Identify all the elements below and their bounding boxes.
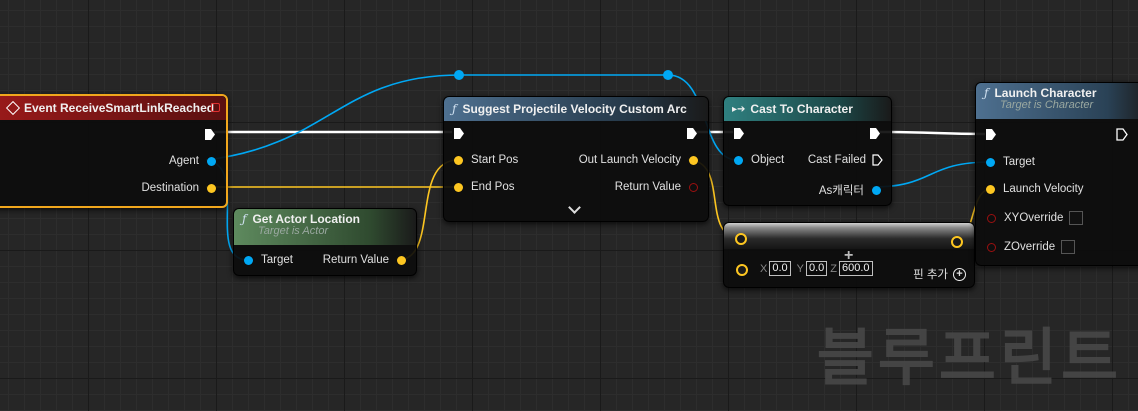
cast-icon: ▸➔ <box>732 103 746 115</box>
pin-label: Return Value <box>322 254 389 266</box>
bool-pin-icon[interactable] <box>987 242 996 252</box>
x-value-field[interactable]: 0.0 <box>769 261 791 276</box>
add-pin-label: 핀 추가 <box>913 269 948 281</box>
vector-pin-icon[interactable] <box>736 264 748 276</box>
vector-pin-icon[interactable] <box>454 155 463 165</box>
pin-label: As캐릭터 <box>818 185 864 197</box>
xy-override-checkbox[interactable] <box>1069 211 1084 225</box>
node-subtitle: Target is Character <box>1000 99 1094 111</box>
pin-label: Return Value <box>614 181 681 193</box>
exec-wire <box>879 130 986 136</box>
pin-label: Target <box>1003 156 1035 168</box>
z-override-pin[interactable]: ZOverride <box>987 240 1076 254</box>
object-pin-icon[interactable] <box>872 185 881 195</box>
function-icon: ƒ <box>984 86 989 100</box>
node-title: Event ReceiveSmartLinkReached <box>24 101 215 115</box>
out-launch-velocity-pin[interactable]: Out Launch Velocity <box>579 154 698 166</box>
get-actor-node-header[interactable]: ƒ Get Actor Location Target is Actor <box>234 209 416 245</box>
node-title: Suggest Projectile Velocity Custom Arc <box>462 102 687 116</box>
event-diamond-icon <box>5 100 21 116</box>
vector-pin-icon[interactable] <box>454 182 463 192</box>
make-vector-node[interactable]: + X 0.0 Y 0.0 Z 600.0 핀 추가 + <box>723 222 975 288</box>
pin-label: Cast Failed <box>807 154 866 166</box>
vector-components[interactable]: X 0.0 Y 0.0 Z 600.0 <box>754 261 873 276</box>
end-pos-pin[interactable]: End Pos <box>454 181 514 193</box>
event-node-header[interactable]: Event ReceiveSmartLinkReached <box>0 96 226 120</box>
exec-out-pin[interactable] <box>686 127 698 140</box>
as-character-pin[interactable]: As캐릭터 <box>819 182 881 198</box>
bool-pin-icon[interactable] <box>987 213 996 223</box>
launch-node-header[interactable]: ƒ Launch Character Target is Character <box>976 83 1138 119</box>
reroute-knot <box>454 70 464 80</box>
event-receive-smart-link-node[interactable]: Event ReceiveSmartLinkReached Agent Dest… <box>0 94 228 208</box>
vector-out-pin[interactable] <box>951 236 963 248</box>
y-label: Y <box>796 262 804 275</box>
vector-in-pin[interactable] <box>735 233 747 245</box>
node-title: Get Actor Location <box>252 212 361 226</box>
return-value-pin[interactable]: Return Value <box>615 181 698 193</box>
exec-out-pin[interactable] <box>869 127 881 140</box>
exec-out-pin[interactable] <box>1116 128 1128 141</box>
object-pin-icon[interactable] <box>986 157 995 167</box>
pin-label: Launch Velocity <box>1003 183 1084 195</box>
pin-label: Start Pos <box>471 154 519 166</box>
node-subtitle: Target is Actor <box>258 225 329 237</box>
xy-override-pin[interactable]: XYOverride <box>987 211 1084 225</box>
vector-pin-icon[interactable] <box>207 183 216 193</box>
pin-label: Out Launch Velocity <box>578 154 681 166</box>
suggest-node-header[interactable]: ƒ Suggest Projectile Velocity Custom Arc <box>444 97 708 121</box>
get-actor-location-node[interactable]: ƒ Get Actor Location Target is Actor Tar… <box>233 208 417 276</box>
delegate-pin-icon[interactable] <box>211 103 220 112</box>
pin-label: Target <box>261 254 293 266</box>
bool-pin-icon[interactable] <box>689 182 698 192</box>
node-title: Launch Character <box>994 86 1097 100</box>
exec-out-pin[interactable] <box>204 128 216 141</box>
exec-in-pin[interactable] <box>453 127 465 140</box>
vector-pin-icon[interactable] <box>397 255 406 265</box>
cast-to-character-node[interactable]: ▸➔ Cast To Character Object Cast Failed … <box>723 96 892 206</box>
agent-pin[interactable]: Agent <box>169 155 216 167</box>
exec-in-pin[interactable] <box>985 128 997 141</box>
object-pin-icon[interactable] <box>207 156 216 166</box>
chevron-down-icon[interactable] <box>568 201 581 214</box>
y-value-field[interactable]: 0.0 <box>805 261 828 276</box>
pin-label: Object <box>751 154 785 166</box>
z-override-checkbox[interactable] <box>1061 240 1076 254</box>
exec-out-icon <box>872 154 883 166</box>
target-pin[interactable]: Target <box>244 254 293 266</box>
make-vector-header[interactable] <box>724 223 974 249</box>
node-title: Cast To Character <box>750 102 853 116</box>
x-label: X <box>760 262 768 275</box>
z-label: Z <box>830 262 838 275</box>
reroute-knot <box>663 70 673 80</box>
start-pos-pin[interactable]: Start Pos <box>454 154 518 166</box>
cast-failed-pin[interactable]: Cast Failed <box>808 154 883 166</box>
pin-label: ZOverride <box>1004 241 1056 253</box>
z-value-field[interactable]: 600.0 <box>839 261 873 276</box>
destination-pin[interactable]: Destination <box>141 182 216 194</box>
pin-label: Agent <box>168 155 199 167</box>
pin-label: XYOverride <box>1004 212 1064 224</box>
return-value-pin[interactable]: Return Value <box>323 254 406 266</box>
pin-label: Destination <box>141 182 199 194</box>
plus-circle-icon[interactable]: + <box>953 267 966 281</box>
object-pin[interactable]: Object <box>734 154 784 166</box>
function-icon: ƒ <box>452 102 457 116</box>
add-pin-button[interactable]: 핀 추가 + <box>913 266 966 282</box>
target-pin[interactable]: Target <box>986 156 1035 168</box>
launch-velocity-pin[interactable]: Launch Velocity <box>986 183 1084 195</box>
object-pin-icon[interactable] <box>734 155 743 165</box>
suggest-projectile-velocity-node[interactable]: ƒ Suggest Projectile Velocity Custom Arc… <box>443 96 709 222</box>
cast-node-header[interactable]: ▸➔ Cast To Character <box>724 97 891 121</box>
launch-character-node[interactable]: ƒ Launch Character Target is Character T… <box>975 82 1138 266</box>
exec-in-pin[interactable] <box>733 127 745 140</box>
vector-pin-icon[interactable] <box>986 184 995 194</box>
pin-label: End Pos <box>471 181 515 193</box>
vector-pin-icon[interactable] <box>689 155 698 165</box>
object-pin-icon[interactable] <box>244 255 253 265</box>
function-icon: ƒ <box>242 212 247 226</box>
